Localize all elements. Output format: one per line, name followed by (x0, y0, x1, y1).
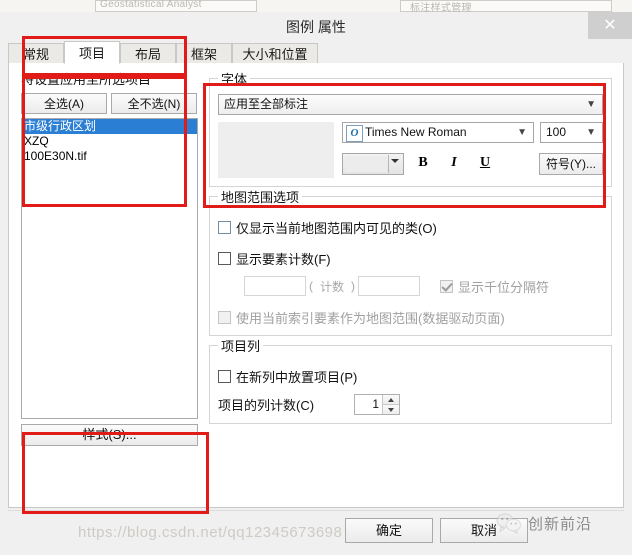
ghost-toolbar-label-left: Geostatistical Analyst (100, 0, 202, 10)
dialog-titlebar: 图例 属性 ✕ (0, 12, 632, 39)
legend-properties-dialog: 图例 属性 ✕ 常规 项目 布局 框架 大小和位置 将设置应用至所选项目 全选(… (0, 12, 632, 555)
count-suffix-input[interactable] (358, 276, 421, 296)
chevron-down-icon: ▼ (517, 127, 527, 138)
tab-page-items: 将设置应用至所选项目 全选(A) 全不选(N) 市级行政区划 XZQ 100E3… (8, 63, 624, 508)
list-item[interactable]: 市级行政区划 (22, 119, 197, 134)
underline-button[interactable]: U (473, 152, 497, 176)
apply-to-items-label: 将设置应用至所选项目 (21, 72, 152, 87)
font-group-legend: 字体 (221, 72, 248, 87)
symbol-button[interactable]: 符号(Y)... (539, 153, 603, 175)
chevron-down-icon: ▼ (586, 99, 596, 110)
column-count-value: 1 (372, 397, 380, 411)
map-extent-group: 地图范围选项 仅显示当前地图范围内可见的类(O) 显示要素计数(F) ( 计数 … (209, 187, 612, 336)
checkbox-icon (218, 221, 231, 234)
new-column-checkbox[interactable]: 在新列中放置项目(P) (218, 367, 603, 386)
bold-button[interactable]: B (411, 152, 435, 176)
dialog-title: 图例 属性 (286, 19, 346, 35)
chevron-down-icon: ▼ (586, 127, 596, 138)
font-preview-box (218, 122, 334, 178)
open-paren-label: ( (309, 279, 313, 293)
chevron-down-icon (391, 159, 399, 163)
tab-general[interactable]: 常规 (8, 43, 64, 64)
apply-scope-combo[interactable]: 应用至全部标注 ▼ (218, 94, 603, 115)
count-prefix-input[interactable] (244, 276, 306, 296)
color-combo-divider (388, 155, 389, 173)
select-all-button[interactable]: 全选(A) (21, 93, 107, 114)
column-count-stepper[interactable]: 1 (354, 394, 401, 415)
tab-layout[interactable]: 布局 (120, 43, 176, 64)
footer-divider (8, 510, 624, 511)
legend-items-listbox[interactable]: 市级行政区划 XZQ 100E30N.tif (21, 118, 198, 419)
thousand-separator-label: 显示千位分隔符 (458, 279, 550, 295)
checkbox-checked-icon (440, 279, 454, 293)
apply-scope-value: 应用至全部标注 (224, 97, 309, 111)
tab-size-and-position[interactable]: 大小和位置 (232, 43, 318, 64)
select-none-button[interactable]: 全不选(N) (111, 93, 197, 114)
checkbox-icon (218, 311, 231, 324)
only-visible-classes-label: 仅显示当前地图范围内可见的类(O) (236, 221, 437, 236)
italic-button[interactable]: I (442, 152, 466, 176)
stepper-buttons (382, 395, 400, 414)
show-feature-count-label: 显示要素计数(F) (236, 252, 331, 267)
checkbox-icon (218, 370, 231, 383)
font-family-size-row: O Times New Roman ▼ 100 ▼ (342, 122, 603, 143)
use-index-feature-label: 使用当前索引要素作为地图范围(数据驱动页面) (236, 311, 505, 326)
list-item[interactable]: 100E30N.tif (22, 149, 197, 164)
show-feature-count-checkbox[interactable]: 显示要素计数(F) (218, 249, 603, 268)
ok-button[interactable]: 确定 (345, 518, 433, 543)
font-color-combo[interactable] (342, 153, 404, 175)
font-family-value: Times New Roman (365, 125, 467, 139)
map-extent-group-legend: 地图范围选项 (221, 190, 300, 205)
count-label: 计数 (320, 279, 345, 294)
use-index-feature-checkbox: 使用当前索引要素作为地图范围(数据驱动页面) (218, 308, 603, 327)
item-columns-group: 项目列 在新列中放置项目(P) 项目的列计数(C) 1 (209, 336, 612, 424)
column-count-row: 项目的列计数(C) 1 (218, 394, 603, 415)
close-paren-label: ) (351, 279, 356, 293)
right-options-panel: 字体 应用至全部标注 ▼ O Times New Roman ▼ 100 ▼ B… (209, 69, 612, 424)
tab-frame[interactable]: 框架 (176, 43, 232, 64)
screen-root: Geostatistical Analyst 标注样式管理 图例 属性 ✕ 常规… (0, 0, 632, 555)
apply-to-items-panel: 将设置应用至所选项目 全选(A) 全不选(N) 市级行政区划 XZQ 100E3… (21, 69, 198, 446)
opentype-font-icon: O (346, 125, 363, 142)
font-size-value: 100 (546, 125, 567, 139)
feature-count-format-row: ( 计数 ) 显示千位分隔符 (244, 276, 603, 296)
font-group: 字体 应用至全部标注 ▼ O Times New Roman ▼ 100 ▼ B… (209, 69, 612, 187)
stepper-up-icon[interactable] (383, 395, 400, 404)
tab-items[interactable]: 项目 (64, 41, 120, 64)
column-count-label: 项目的列计数(C) (218, 398, 315, 413)
cancel-button[interactable]: 取消 (440, 518, 528, 543)
font-fields: O Times New Roman ▼ 100 ▼ B I U 符号(Y)... (342, 122, 603, 176)
only-visible-classes-checkbox[interactable]: 仅显示当前地图范围内可见的类(O) (218, 218, 603, 237)
selection-button-row: 全选(A) 全不选(N) (21, 93, 198, 114)
font-style-row: B I U 符号(Y)... (342, 152, 603, 176)
new-column-label: 在新列中放置项目(P) (236, 370, 358, 385)
item-columns-group-legend: 项目列 (221, 339, 261, 354)
thousand-separator-checkbox: 显示千位分隔符 (440, 277, 549, 296)
dialog-footer: 确定 取消 (0, 510, 632, 555)
color-swatch (345, 156, 387, 172)
close-icon[interactable]: ✕ (588, 12, 632, 39)
style-button[interactable]: 样式(S)... (21, 424, 198, 446)
checkbox-icon (218, 252, 231, 265)
font-controls-row: O Times New Roman ▼ 100 ▼ B I U 符号(Y)... (218, 122, 603, 178)
list-item[interactable]: XZQ (22, 134, 197, 149)
font-family-combo[interactable]: O Times New Roman ▼ (342, 122, 534, 143)
font-size-combo[interactable]: 100 ▼ (540, 122, 603, 143)
tab-strip: 常规 项目 布局 框架 大小和位置 (8, 41, 624, 64)
stepper-down-icon[interactable] (383, 404, 400, 414)
